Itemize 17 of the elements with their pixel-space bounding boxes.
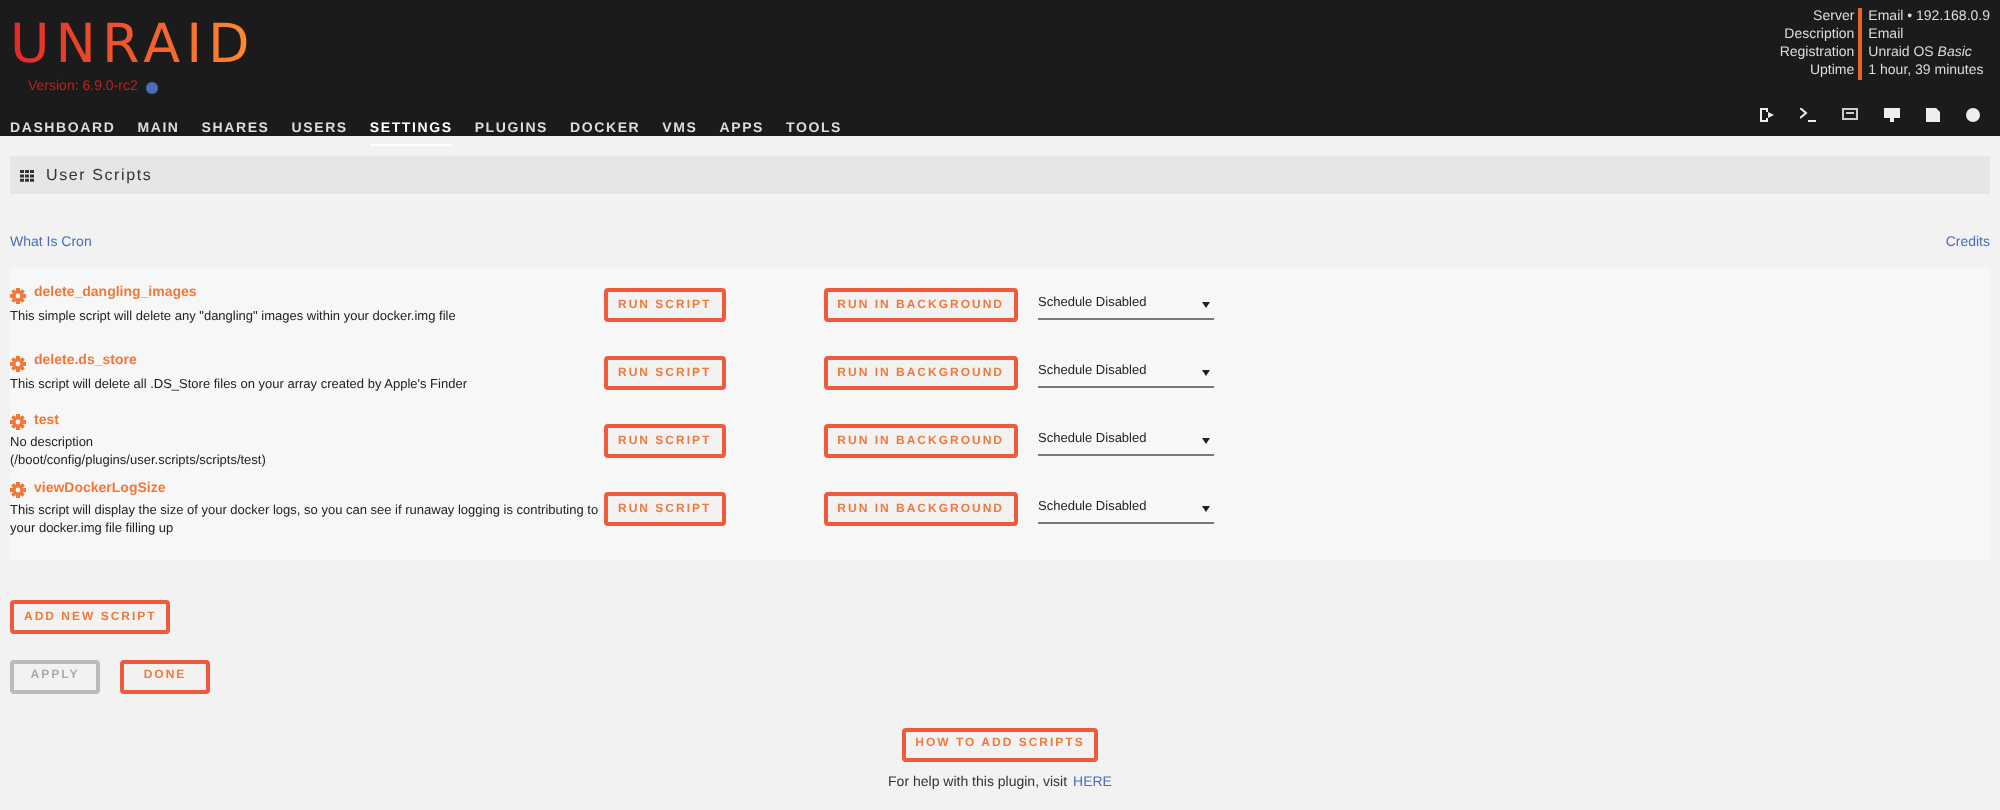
grid-icon bbox=[20, 169, 34, 181]
gear-icon[interactable] bbox=[10, 482, 26, 498]
help-icon[interactable] bbox=[1966, 108, 1980, 122]
logout-icon[interactable] bbox=[1760, 108, 1774, 122]
dropdown-arrow-icon bbox=[1202, 301, 1211, 307]
terminal-icon[interactable] bbox=[1800, 108, 1816, 122]
gear-icon[interactable] bbox=[10, 355, 26, 371]
info-icon[interactable] bbox=[145, 82, 158, 95]
gear-icon[interactable] bbox=[10, 414, 26, 430]
monitor-icon[interactable] bbox=[1884, 108, 1900, 122]
dropdown-arrow-icon bbox=[1202, 369, 1211, 375]
gear-icon[interactable] bbox=[10, 287, 26, 303]
dropdown-arrow-icon bbox=[1202, 437, 1211, 443]
message-icon[interactable] bbox=[1842, 108, 1858, 122]
dropdown-arrow-icon bbox=[1202, 505, 1211, 511]
page-title: User Scripts bbox=[46, 163, 153, 187]
document-icon[interactable] bbox=[1926, 108, 1940, 122]
